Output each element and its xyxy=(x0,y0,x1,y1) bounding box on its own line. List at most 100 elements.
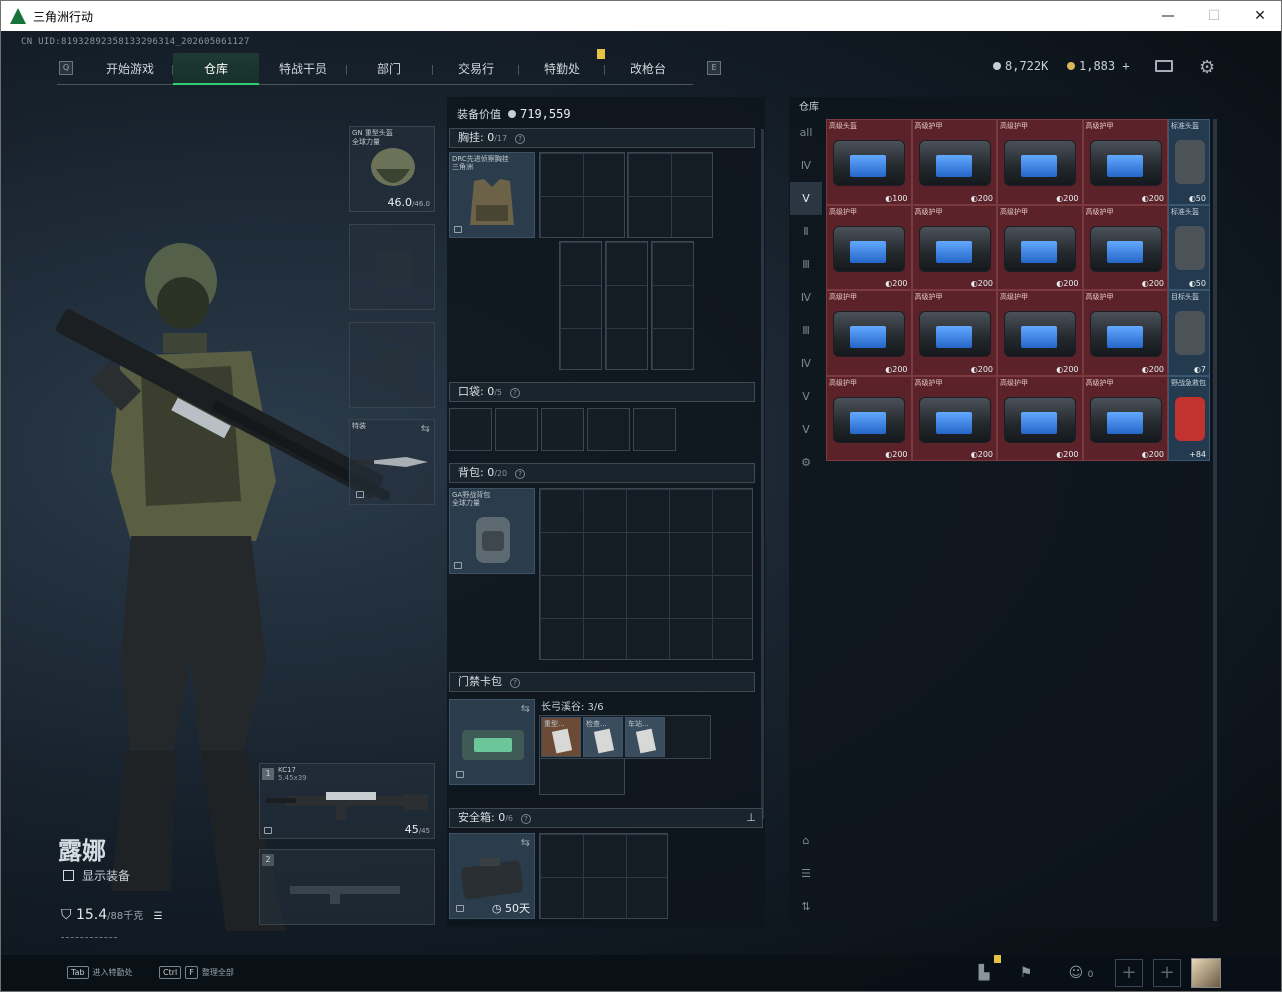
hint-sort-all[interactable]: Ctrl F 整理全部 xyxy=(159,966,234,979)
nav-next-key[interactable]: E xyxy=(707,61,721,75)
safe-box-grid[interactable] xyxy=(539,833,668,919)
tab-department[interactable]: 部门 xyxy=(346,53,432,85)
storage-item[interactable]: 高级护甲 ◐200 xyxy=(911,290,997,376)
primary-weapon-slot[interactable]: 1 KC17 5.45x39 45/45 xyxy=(259,763,435,839)
item-label: 高级护甲 xyxy=(1000,207,1028,216)
storage-category-tab[interactable]: Ⅴ xyxy=(790,413,822,446)
chest-rig-item[interactable]: DRC先进侦察胸挂 三角洲 xyxy=(449,152,535,238)
safe-box-item[interactable]: ⇆ ◷ 50天 xyxy=(449,833,535,919)
storage-category-tab[interactable]: Ⅱ xyxy=(790,215,822,248)
close-button[interactable]: ✕ xyxy=(1237,1,1282,31)
secondary-weapon-slot[interactable]: 2 xyxy=(259,849,435,925)
pocket-header: 口袋: 0/5? xyxy=(449,382,755,402)
storage-item[interactable]: 高级护甲 ◐200 xyxy=(1082,375,1168,461)
storage-item-small[interactable]: 目标头盔 ◐7 xyxy=(1168,290,1210,376)
storage-sort-icon[interactable]: ⇅ xyxy=(790,890,822,923)
tab-start-game[interactable]: 开始游戏 xyxy=(87,53,173,85)
storage-item[interactable]: 高级护甲 ◐200 xyxy=(911,119,997,205)
keycard-grid-lower[interactable] xyxy=(539,759,625,795)
keycard-item[interactable]: 检查... xyxy=(583,717,623,757)
maximize-button[interactable]: ☐ xyxy=(1191,1,1237,31)
add-currency-button[interactable]: + xyxy=(1122,59,1129,73)
squad-icon[interactable]: ☺ 0 xyxy=(1061,961,1101,985)
storage-item[interactable]: 高级头盔 ◐100 xyxy=(826,119,912,205)
storage-item[interactable]: 高级护甲 ◐200 xyxy=(997,290,1083,376)
invite-slot-button[interactable]: + xyxy=(1115,959,1143,987)
storage-category-tab[interactable]: Ⅲ xyxy=(790,248,822,281)
storage-category-tab[interactable]: Ⅴ xyxy=(790,182,822,215)
player-avatar[interactable] xyxy=(1191,958,1221,988)
storage-scrollbar[interactable] xyxy=(1213,119,1217,921)
helmet-slot[interactable]: GN 重型头盔 全球力量 46.0/46.0 xyxy=(349,126,435,212)
chest-grid-c[interactable] xyxy=(559,241,602,370)
pocket-slot[interactable] xyxy=(633,408,676,451)
pocket-slot[interactable] xyxy=(495,408,538,451)
chest-grid-a[interactable] xyxy=(539,152,625,238)
silver-currency[interactable]: 8,722K xyxy=(993,59,1048,73)
pocket-slot[interactable] xyxy=(449,408,492,451)
pocket-slot[interactable] xyxy=(587,408,630,451)
storage-item[interactable]: 高级护甲 ◐200 xyxy=(911,204,997,290)
storage-item[interactable]: 高级护甲 ◐200 xyxy=(997,375,1083,461)
chest-grid-d[interactable] xyxy=(605,241,648,370)
swap-icon[interactable]: ⇆ xyxy=(521,702,530,715)
gold-currency[interactable]: 1,883 + xyxy=(1067,59,1130,73)
chest-grid-b[interactable] xyxy=(627,152,713,238)
storage-item[interactable]: 高级护甲 ◐200 xyxy=(826,204,912,290)
backpack-grid[interactable] xyxy=(539,488,753,660)
swap-icon[interactable]: ⇆ xyxy=(521,836,530,849)
armor-bag-icon xyxy=(1004,396,1076,443)
mail-icon[interactable] xyxy=(1155,60,1173,72)
checkbox-icon[interactable] xyxy=(63,870,74,881)
storage-item[interactable]: 高级护甲 ◐200 xyxy=(1082,204,1168,290)
armor-bag-icon xyxy=(1089,311,1162,357)
tab-operators[interactable]: 特战干员 xyxy=(260,53,346,85)
stats-icon[interactable]: ▙ xyxy=(971,961,997,985)
storage-category-tab[interactable]: Ⅲ xyxy=(790,314,822,347)
storage-category-tab[interactable]: Ⅳ xyxy=(790,281,822,314)
keycard-item[interactable]: 车站... xyxy=(625,717,665,757)
keycard-item[interactable]: 重型... xyxy=(541,717,581,757)
settings-gear-icon[interactable]: ⚙ xyxy=(1199,57,1215,78)
show-equipment-toggle[interactable]: 显示装备 xyxy=(63,867,130,884)
pin-icon[interactable]: ⊥ xyxy=(746,809,756,827)
pistol-slot-empty[interactable] xyxy=(349,322,435,408)
storage-category-tabs: all Ⅳ Ⅴ Ⅱ Ⅲ Ⅳ Ⅲ Ⅳ Ⅴ Ⅴ ⚙ xyxy=(790,116,822,479)
storage-item[interactable]: 高级护甲 ◐200 xyxy=(997,119,1083,205)
storage-item[interactable]: 高级护甲 ◐200 xyxy=(1082,290,1168,376)
chest-grid-e[interactable] xyxy=(651,241,694,370)
invite-slot-button[interactable]: + xyxy=(1153,959,1181,987)
tab-warehouse[interactable]: 仓库 xyxy=(173,53,259,85)
swap-icon[interactable]: ⇆ xyxy=(421,422,430,435)
armor-bag-icon xyxy=(1004,140,1076,186)
item-durability: ◐200 xyxy=(1141,279,1164,288)
storage-category-tab[interactable]: Ⅳ xyxy=(790,347,822,380)
storage-category-tab[interactable]: Ⅳ xyxy=(790,149,822,182)
storage-layers-icon[interactable]: ☰ xyxy=(790,857,822,890)
storage-item-small[interactable]: 野战急救包 +84 xyxy=(1168,375,1210,461)
hint-special-ops[interactable]: Tab 进入特勤处 xyxy=(67,966,133,979)
pocket-slot[interactable] xyxy=(541,408,584,451)
storage-item-small[interactable]: 标准头盔 ◐50 xyxy=(1168,119,1210,205)
minimize-button[interactable]: — xyxy=(1145,1,1191,31)
armor-slot-empty[interactable] xyxy=(349,224,435,310)
storage-category-tab[interactable]: Ⅴ xyxy=(790,380,822,413)
storage-item[interactable]: 高级护甲 ◐200 xyxy=(1082,119,1168,205)
storage-item[interactable]: 高级护甲 ◐200 xyxy=(826,375,912,461)
storage-category-tab[interactable]: all xyxy=(790,116,822,149)
storage-item[interactable]: 高级护甲 ◐200 xyxy=(826,290,912,376)
tab-trade[interactable]: 交易行 xyxy=(433,53,519,85)
storage-item[interactable]: 高级护甲 ◐200 xyxy=(997,204,1083,290)
melee-slot[interactable]: 特装 ⇆ xyxy=(349,419,435,505)
gear-scrollbar[interactable] xyxy=(761,129,764,819)
backpack-item[interactable]: GA野战背包 全球力量 xyxy=(449,488,535,574)
storage-category-tab[interactable]: ⚙ xyxy=(790,446,822,479)
flag-icon[interactable]: ⚑ xyxy=(1013,961,1039,985)
storage-filter-icon[interactable]: ⌂ xyxy=(790,824,822,857)
storage-item-small[interactable]: 标准头盔 ◐50 xyxy=(1168,204,1210,290)
list-icon[interactable]: ☰ xyxy=(154,911,163,922)
tab-special-ops[interactable]: 特勤处 xyxy=(519,53,605,85)
keycard-case-item[interactable]: ⇆ xyxy=(449,699,535,785)
tab-gunsmith[interactable]: 改枪台 xyxy=(605,53,691,85)
storage-item[interactable]: 高级护甲 ◐200 xyxy=(911,375,997,461)
